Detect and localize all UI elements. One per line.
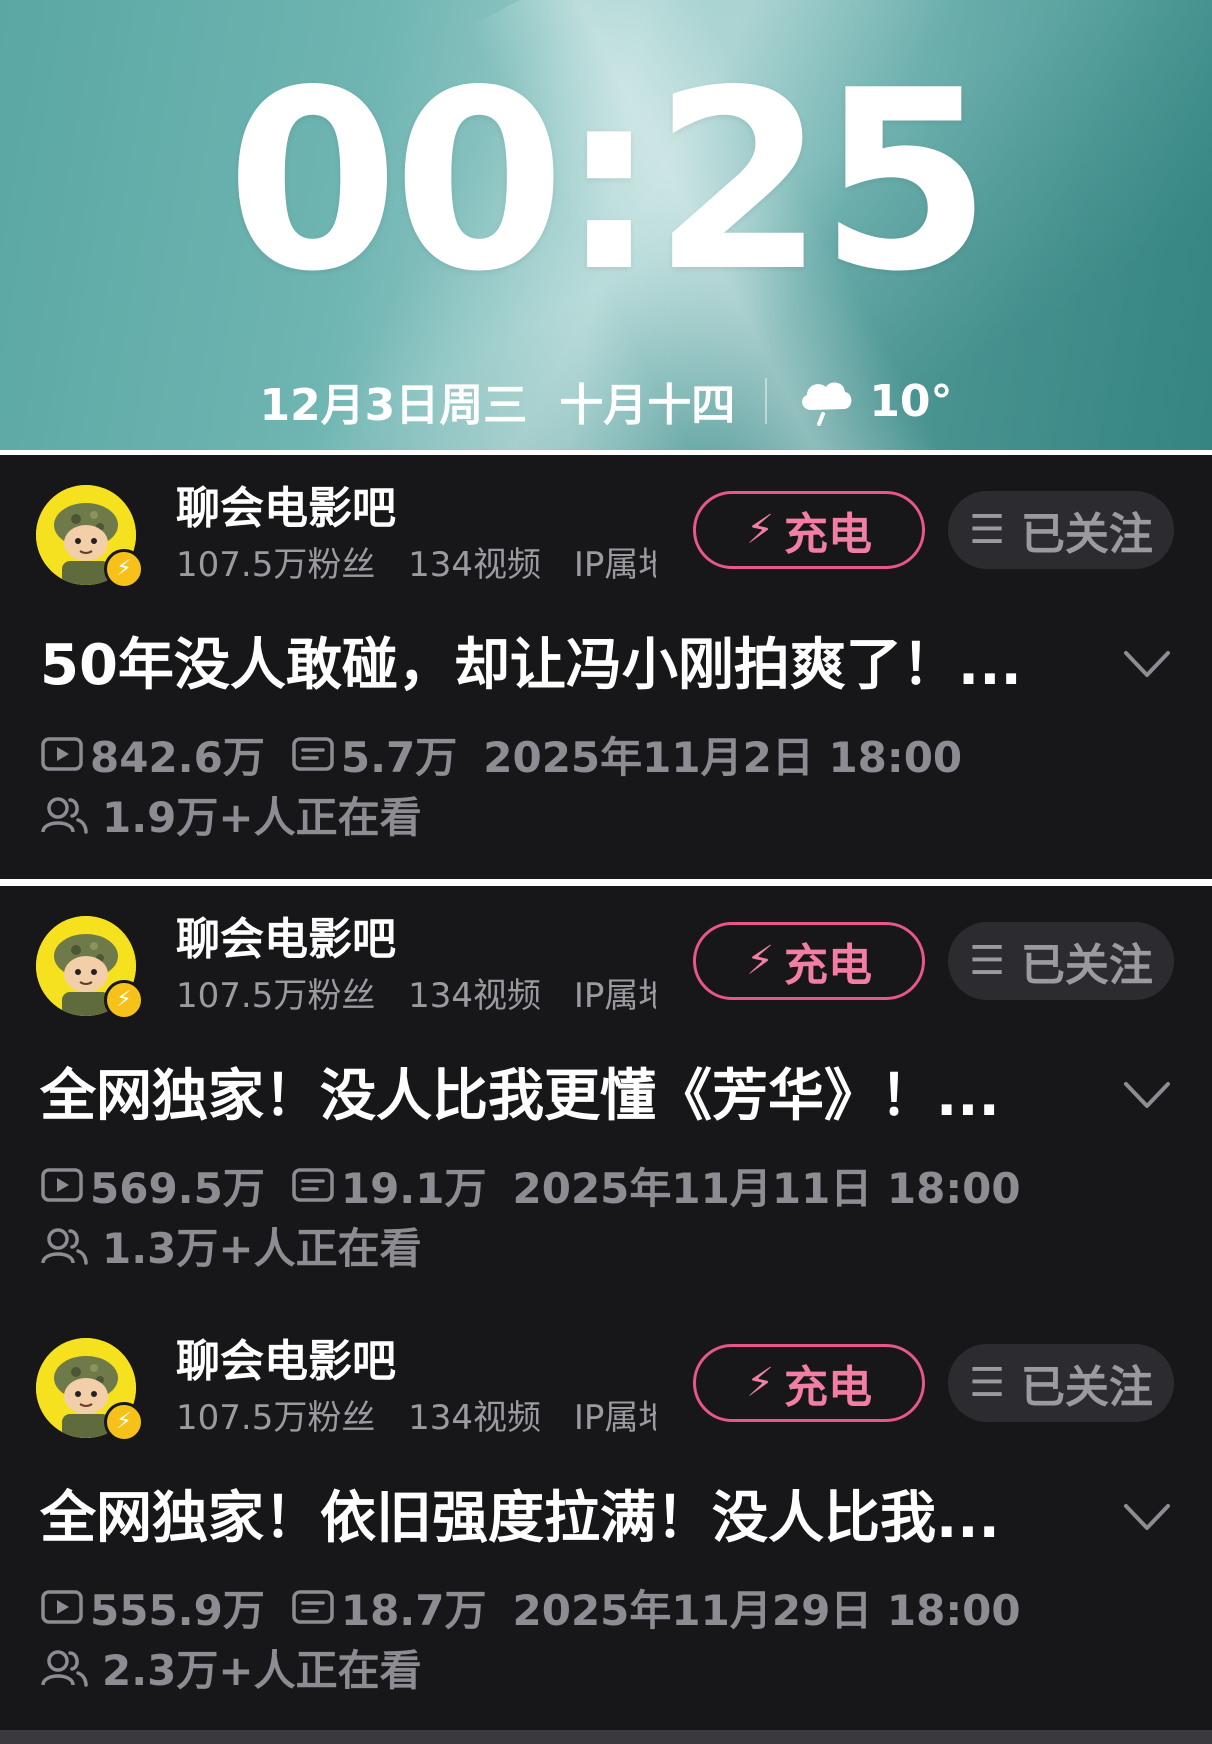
menu-icon: ☰ xyxy=(969,507,1005,553)
charge-button[interactable]: ⚡ 充电 xyxy=(693,491,925,569)
play-count: 555.9万 xyxy=(90,1585,265,1635)
channel-name[interactable]: 聊会电影吧 xyxy=(176,483,396,535)
charge-label: 充电 xyxy=(784,940,873,991)
watching-now: 1.9万+人正在看 xyxy=(40,787,422,842)
charge-button[interactable]: ⚡ 充电 xyxy=(693,1344,925,1422)
video-stats: 569.5万 19.1万 2025年11月11日 18:00 xyxy=(40,1158,1021,1213)
lockscreen-date: 12月3日周三 xyxy=(259,380,528,431)
video-count: 134视频 xyxy=(408,1398,542,1438)
play-count-icon xyxy=(41,1590,83,1624)
lightning-icon: ⚡ xyxy=(745,1360,775,1406)
follower-count: 107.5万粉丝 xyxy=(176,545,376,585)
danmaku-count: 19.1万 xyxy=(340,1163,487,1213)
menu-icon: ☰ xyxy=(969,938,1005,984)
ip-location: IP属地 xyxy=(573,545,656,585)
video-card[interactable]: ⚡ 聊会电影吧 107.5万粉丝 134视频 IP属地 ⚡ 充电 ☰ 已关注 5… xyxy=(0,455,1212,879)
danmaku-icon xyxy=(292,1590,334,1624)
chevron-down-icon[interactable] xyxy=(1122,645,1172,685)
lockscreen-header: 00:25 12月3日周三 十月十四 10° xyxy=(0,0,1212,450)
channel-name[interactable]: 聊会电影吧 xyxy=(176,914,396,966)
following-button[interactable]: ☰ 已关注 xyxy=(948,491,1174,569)
menu-icon: ☰ xyxy=(969,1360,1005,1406)
play-count: 569.5万 xyxy=(90,1163,265,1213)
video-title[interactable]: 50年没人敢碰，却让冯小刚拍爽了！... xyxy=(40,631,1070,701)
viewers-icon xyxy=(41,1650,88,1687)
video-title[interactable]: 全网独家！依旧强度拉满！没人比我... xyxy=(40,1484,1070,1554)
publish-date: 2025年11月11日 18:00 xyxy=(512,1163,1021,1213)
channel-meta: 107.5万粉丝 134视频 IP属地 xyxy=(176,1396,656,1440)
video-card[interactable]: ⚡ 聊会电影吧 107.5万粉丝 134视频 IP属地 ⚡ 充电 ☰ 已关注 全… xyxy=(0,1308,1212,1732)
publish-date: 2025年11月29日 18:00 xyxy=(512,1585,1021,1635)
video-card[interactable]: ⚡ 聊会电影吧 107.5万粉丝 134视频 IP属地 ⚡ 充电 ☰ 已关注 全… xyxy=(0,886,1212,1310)
danmaku-icon xyxy=(292,737,334,771)
danmaku-count: 5.7万 xyxy=(340,732,458,782)
lightning-icon: ⚡ xyxy=(745,507,775,553)
watching-count: 1.3万+人正在看 xyxy=(102,1223,422,1273)
play-count-icon xyxy=(41,737,83,771)
lightning-icon: ⚡ xyxy=(745,938,775,984)
charge-label: 充电 xyxy=(784,509,873,560)
ip-location: IP属地 xyxy=(573,976,656,1016)
watching-count: 2.3万+人正在看 xyxy=(102,1645,422,1695)
viewers-icon xyxy=(41,1228,88,1265)
ip-location: IP属地 xyxy=(573,1398,656,1438)
lockscreen-date-row: 12月3日周三 十月十四 10° xyxy=(0,370,1212,432)
lockscreen-lunar-date: 十月十四 xyxy=(559,380,736,431)
video-stats: 842.6万 5.7万 2025年11月2日 18:00 xyxy=(40,727,962,782)
watching-now: 1.3万+人正在看 xyxy=(40,1218,422,1273)
following-label: 已关注 xyxy=(1020,509,1153,560)
channel-name[interactable]: 聊会电影吧 xyxy=(176,1336,396,1388)
charge-label: 充电 xyxy=(784,1362,873,1413)
charge-button[interactable]: ⚡ 充电 xyxy=(693,922,925,1000)
play-count-icon xyxy=(41,1168,83,1202)
follower-count: 107.5万粉丝 xyxy=(176,976,376,1016)
following-label: 已关注 xyxy=(1020,940,1153,991)
channel-meta: 107.5万粉丝 134视频 IP属地 xyxy=(176,543,656,587)
play-count: 842.6万 xyxy=(90,732,265,782)
viewers-icon xyxy=(41,797,88,834)
cloud-rain-icon xyxy=(802,382,852,426)
chevron-down-icon[interactable] xyxy=(1122,1076,1172,1116)
video-count: 134视频 xyxy=(408,545,542,585)
danmaku-icon xyxy=(292,1168,334,1202)
charge-badge-icon: ⚡ xyxy=(104,549,144,589)
video-count: 134视频 xyxy=(408,976,542,1016)
video-stats: 555.9万 18.7万 2025年11月29日 18:00 xyxy=(40,1580,1021,1635)
bottom-divider xyxy=(0,1730,1212,1744)
lockscreen-temperature: 10° xyxy=(869,375,953,427)
following-label: 已关注 xyxy=(1020,1362,1153,1413)
publish-date: 2025年11月2日 18:00 xyxy=(483,732,963,782)
date-divider xyxy=(765,378,768,424)
channel-meta: 107.5万粉丝 134视频 IP属地 xyxy=(176,974,656,1018)
watching-count: 1.9万+人正在看 xyxy=(102,792,422,842)
chevron-down-icon[interactable] xyxy=(1122,1498,1172,1538)
following-button[interactable]: ☰ 已关注 xyxy=(948,1344,1174,1422)
charge-badge-icon: ⚡ xyxy=(104,1402,144,1442)
video-title[interactable]: 全网独家！没人比我更懂《芳华》！... xyxy=(40,1062,1070,1132)
watching-now: 2.3万+人正在看 xyxy=(40,1640,422,1695)
lockscreen-clock: 00:25 xyxy=(226,38,991,326)
follower-count: 107.5万粉丝 xyxy=(176,1398,376,1438)
following-button[interactable]: ☰ 已关注 xyxy=(948,922,1174,1000)
danmaku-count: 18.7万 xyxy=(340,1585,487,1635)
charge-badge-icon: ⚡ xyxy=(104,980,144,1020)
